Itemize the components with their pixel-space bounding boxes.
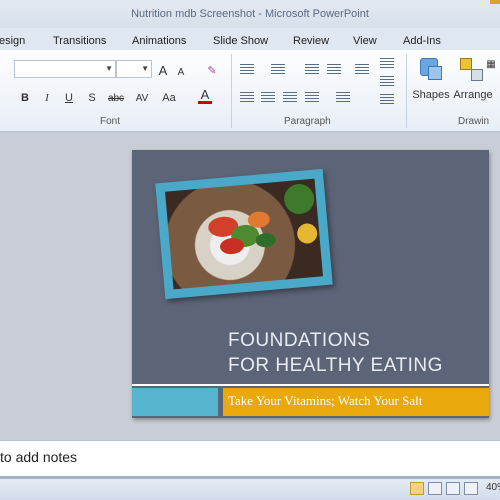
arrange-icon[interactable] (458, 56, 486, 84)
group-divider (406, 54, 407, 128)
grow-font-button[interactable]: A (156, 62, 170, 78)
font-group-label: Font (100, 116, 121, 127)
line-spacing-icon[interactable] (355, 64, 369, 76)
quick-styles-icon[interactable]: ▦ (484, 56, 498, 72)
char-spacing-button[interactable]: AV (132, 90, 152, 106)
tab-slide-show[interactable]: Slide Show (213, 31, 268, 51)
font-name-combo[interactable]: ▼ (14, 60, 116, 78)
clear-format-icon[interactable]: ✎ (202, 62, 222, 78)
tab-design[interactable]: esign (0, 31, 25, 51)
tab-transitions[interactable]: Transitions (53, 31, 106, 51)
slide-title-line-2[interactable]: FOR HEALTHY EATING (228, 355, 443, 377)
change-case-button[interactable]: Aa (160, 90, 178, 106)
title-bar: Nutrition mdb Screenshot - Microsoft Pow… (0, 0, 500, 28)
italic-button[interactable]: I (40, 90, 54, 106)
window-title: Nutrition mdb Screenshot - Microsoft Pow… (131, 8, 369, 20)
bold-button[interactable]: B (18, 90, 32, 106)
ribbon-tab-bar: esign Transitions Animations Slide Show … (0, 28, 500, 50)
chevron-down-icon: ▼ (141, 64, 149, 73)
align-text-icon[interactable] (380, 76, 394, 88)
slide-title-line-1[interactable]: FOUNDATIONS (228, 330, 370, 352)
drawing-group-label: Drawin (458, 116, 490, 127)
columns-icon[interactable] (336, 92, 350, 104)
slide-subtitle[interactable]: Take Your Vitamins; Watch Your Salt (228, 393, 422, 409)
food-photo-frame[interactable] (155, 168, 333, 300)
font-color-button[interactable]: A (198, 87, 212, 104)
shadow-button[interactable]: S (85, 90, 99, 106)
decrease-indent-icon[interactable] (305, 64, 319, 76)
window-accent (490, 0, 500, 4)
tab-review[interactable]: Review (293, 31, 329, 51)
status-bar (0, 478, 500, 500)
zoom-level[interactable]: 40% (486, 482, 500, 493)
text-direction-icon[interactable] (380, 58, 394, 70)
accent-bar-blue (132, 388, 218, 416)
slide-divider (132, 384, 489, 386)
justify-icon[interactable] (305, 92, 319, 104)
tab-view[interactable]: View (353, 31, 377, 51)
arrange-button[interactable]: Arrange (452, 87, 494, 103)
reading-view-icon[interactable] (446, 482, 460, 495)
shapes-button[interactable]: Shapes (412, 87, 450, 103)
notes-placeholder[interactable]: to add notes (0, 449, 77, 465)
group-divider (231, 54, 232, 128)
align-center-icon[interactable] (261, 92, 275, 104)
normal-view-icon[interactable] (410, 482, 424, 495)
slideshow-view-icon[interactable] (464, 482, 478, 495)
bullets-icon[interactable] (240, 64, 254, 76)
smartart-icon[interactable] (380, 94, 394, 106)
slide-sorter-icon[interactable] (428, 482, 442, 495)
shrink-font-button[interactable]: A (175, 64, 187, 80)
strikethrough-button[interactable]: abc (106, 90, 126, 106)
tab-add-ins[interactable]: Add-Ins (403, 31, 441, 51)
food-photo (165, 178, 323, 290)
align-left-icon[interactable] (240, 92, 254, 104)
tab-animations[interactable]: Animations (132, 31, 186, 51)
shapes-icon[interactable] (418, 56, 444, 84)
paragraph-group-label: Paragraph (284, 116, 331, 127)
chevron-down-icon: ▼ (105, 64, 113, 73)
underline-button[interactable]: U (62, 90, 76, 106)
font-size-combo[interactable]: ▼ (116, 60, 152, 78)
numbering-icon[interactable] (271, 64, 285, 76)
increase-indent-icon[interactable] (327, 64, 341, 76)
align-right-icon[interactable] (283, 92, 297, 104)
